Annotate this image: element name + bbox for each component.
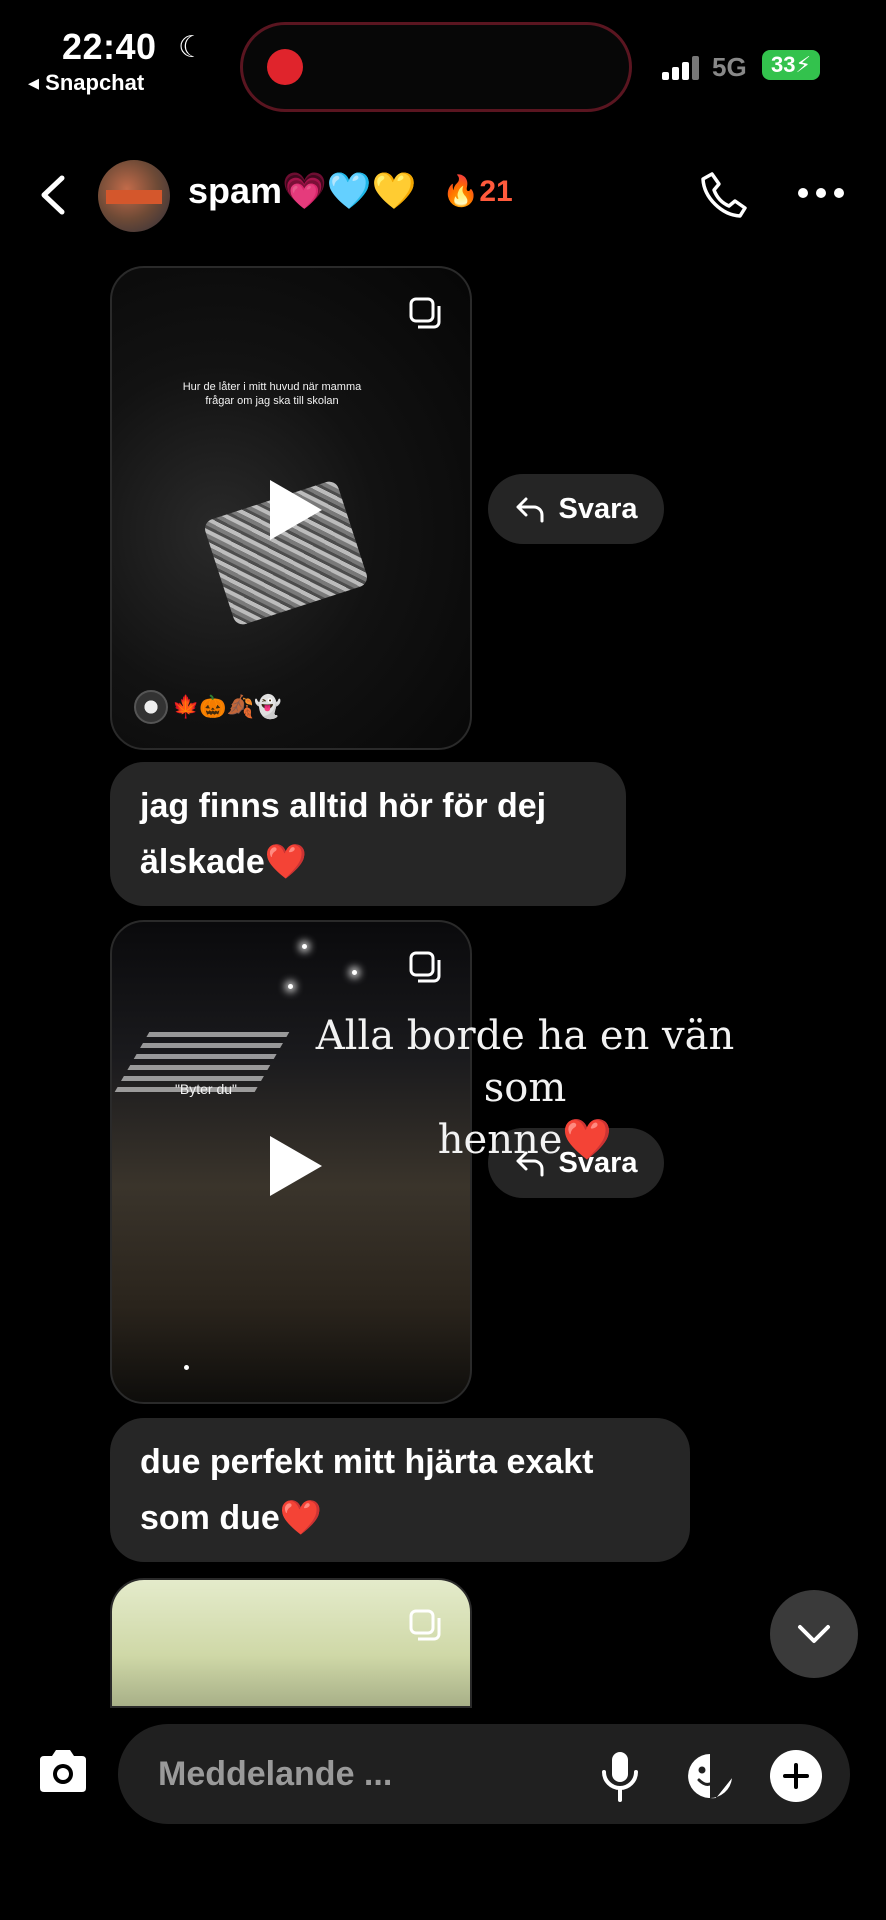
camera-icon[interactable] [36, 1748, 90, 1794]
reactions: 🍁🎃🍂👻 [172, 694, 282, 719]
chevron-down-icon [798, 1625, 830, 1643]
text-message[interactable]: jag finns alltid hör för dej älskade❤️ [110, 762, 626, 906]
message-composer [118, 1724, 850, 1824]
message-input[interactable] [158, 1752, 558, 1796]
video-overlay-text: Hur de låter i mitt huvud när mamma fråg… [182, 381, 362, 407]
network-label: 5G [712, 52, 747, 82]
multiple-items-icon [409, 1609, 441, 1641]
avatar[interactable] [98, 160, 170, 232]
more-options-icon[interactable] [798, 188, 844, 200]
message-line: due perfekt mitt hjärta exakt [140, 1443, 594, 1481]
chat-header: spam💗🩵💛 🔥21 [0, 150, 886, 240]
add-button[interactable] [770, 1750, 822, 1802]
back-to-app-link[interactable]: ◂ Snapchat [28, 70, 144, 96]
reaction-row: 🍁🎃🍂👻 [134, 690, 282, 724]
story-caption: Alla borde ha en vän som henne❤️ [280, 1010, 770, 1166]
sticker-icon[interactable] [684, 1750, 736, 1802]
text-message[interactable]: due perfekt mitt hjärta exakt som due❤️ [110, 1418, 690, 1562]
video-message[interactable] [110, 1578, 472, 1708]
chat-title[interactable]: spam💗🩵💛 [188, 170, 417, 212]
street-light [302, 944, 307, 949]
microphone-icon[interactable] [598, 1750, 642, 1802]
message-line: som due❤️ [140, 1499, 323, 1537]
caption-line: Alla borde ha en vän som [315, 1013, 735, 1111]
battery-level: 33 [771, 52, 796, 77]
street-light [352, 970, 357, 975]
caption-line: henne❤️ [437, 1117, 613, 1163]
clock: 22:40 [62, 26, 157, 67]
recording-dot-icon [267, 49, 303, 85]
multiple-items-icon [409, 951, 441, 983]
phone-icon[interactable] [698, 168, 750, 220]
message-line: jag finns alltid hör för dej [140, 787, 547, 825]
scroll-down-button[interactable] [770, 1590, 858, 1678]
reactor-avatar [134, 690, 168, 724]
signal-icon [662, 56, 702, 80]
plus-icon [783, 1763, 809, 1789]
moon-icon: ☾ [178, 31, 205, 64]
message-line: älskade❤️ [140, 843, 308, 881]
video-overlay-text: "Byter du" [174, 1081, 238, 1097]
video-message[interactable]: Hur de låter i mitt huvud när mamma fråg… [110, 266, 472, 750]
indicator-dot [184, 1365, 189, 1370]
reply-label: Svara [558, 492, 638, 525]
reply-button[interactable]: Svara [488, 474, 664, 544]
streak-badge: 🔥21 [442, 175, 513, 208]
multiple-items-icon [409, 297, 441, 329]
play-icon[interactable] [270, 480, 322, 540]
status-bar: 22:40 ☾ ◂ Snapchat 5G 33⚡ [0, 0, 886, 112]
reply-arrow-icon [516, 497, 544, 523]
battery-icon: 33⚡ [762, 50, 820, 80]
dynamic-island [240, 22, 632, 112]
back-arrow-icon[interactable] [34, 172, 74, 218]
street-light [288, 984, 293, 989]
